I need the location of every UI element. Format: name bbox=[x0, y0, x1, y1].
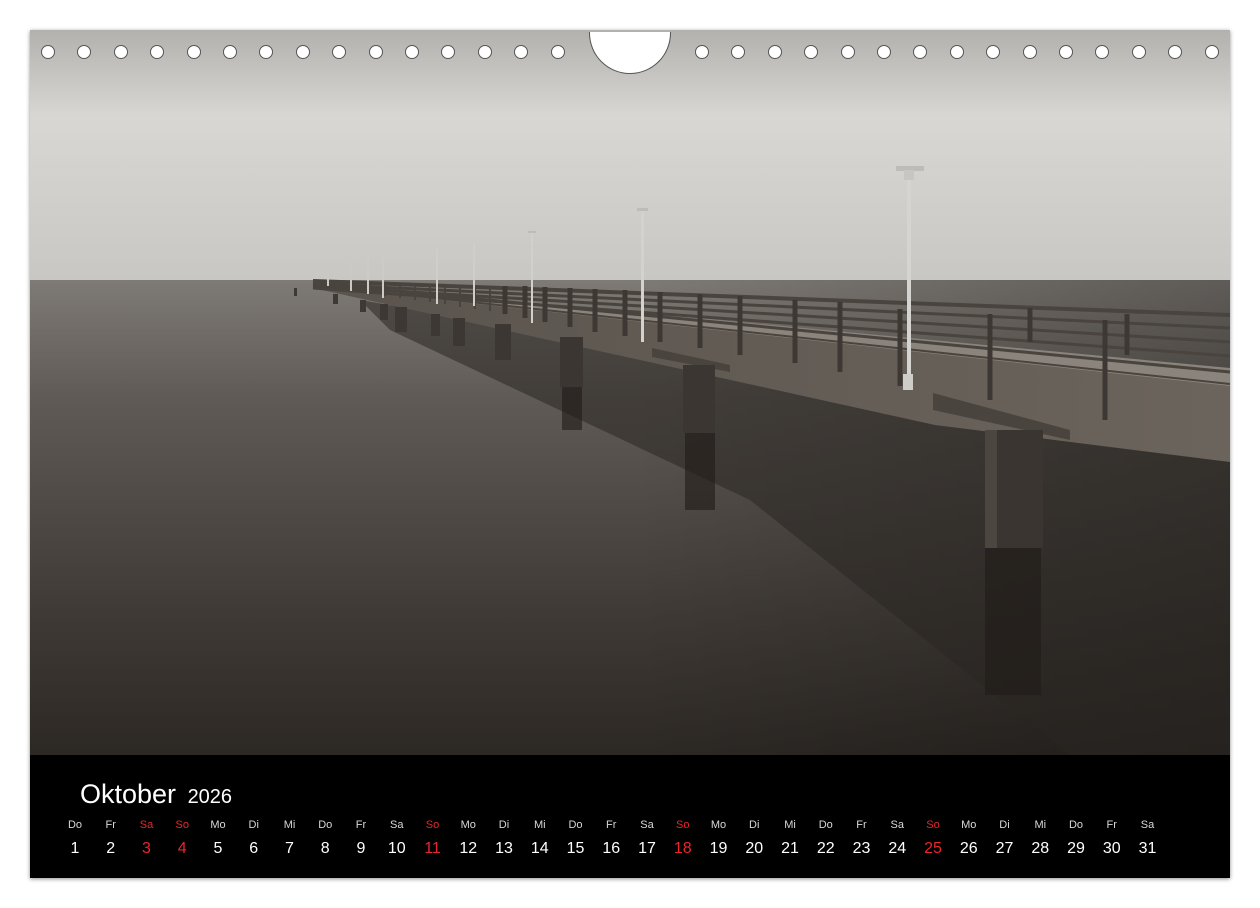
weekday-label: Fr bbox=[606, 819, 617, 831]
day-number: 16 bbox=[602, 840, 621, 857]
day-number: 28 bbox=[1031, 840, 1050, 857]
day-number: 3 bbox=[142, 840, 151, 857]
day-number: 10 bbox=[387, 840, 406, 857]
month-name: Oktober bbox=[80, 779, 177, 809]
weekday-label: So bbox=[676, 819, 690, 831]
weekday-label: Fr bbox=[355, 819, 367, 831]
day-number: 1 bbox=[70, 840, 80, 857]
day-number: 17 bbox=[638, 840, 656, 857]
day-number: 18 bbox=[673, 840, 692, 857]
weekday-label: Do bbox=[818, 819, 833, 831]
day-number: 11 bbox=[424, 840, 441, 857]
weekday-label: Mi bbox=[784, 819, 796, 831]
weekday-label: Sa bbox=[1140, 819, 1155, 831]
weekday-label: Do bbox=[1068, 819, 1084, 831]
pier-photo bbox=[30, 30, 1230, 755]
weekday-label: Sa bbox=[139, 819, 154, 831]
day-number: 29 bbox=[1067, 840, 1085, 857]
day-number: 9 bbox=[356, 840, 366, 857]
weekday-label: Fr bbox=[105, 819, 116, 831]
day-number: 4 bbox=[177, 840, 187, 857]
weekday-label: Mi bbox=[283, 819, 296, 831]
day-number: 21 bbox=[781, 840, 799, 857]
weekday-label: So bbox=[926, 819, 940, 831]
day-number: 13 bbox=[495, 840, 513, 857]
weekday-label: Fr bbox=[1106, 819, 1117, 831]
day-number: 19 bbox=[709, 840, 728, 857]
day-number: 30 bbox=[1102, 840, 1121, 857]
day-number: 5 bbox=[213, 840, 223, 857]
weekday-label: Mi bbox=[1034, 819, 1047, 831]
calendar-page: Oktober 2026 Do 1 Fr 2 Sa 3 So 4 Mo 5 Di 6 Mi 7 Do 8 Fr 9… bbox=[30, 30, 1230, 878]
day-number: 31 bbox=[1138, 840, 1157, 857]
day-number: 2 bbox=[106, 840, 116, 857]
weekday-label: Do bbox=[67, 819, 83, 831]
day-number: 7 bbox=[285, 840, 294, 857]
day-number: 26 bbox=[959, 840, 978, 857]
weekday-label: So bbox=[425, 819, 440, 831]
weekday-label: Mo bbox=[460, 819, 476, 831]
weekday-label: Di bbox=[749, 819, 760, 831]
weekday-label: Mo bbox=[710, 819, 727, 831]
day-number: 20 bbox=[745, 840, 764, 857]
weekday-label: Sa bbox=[640, 819, 654, 831]
day-number: 25 bbox=[924, 840, 942, 857]
year: 2026 bbox=[187, 786, 233, 808]
calendar-band: Oktober 2026 Do 1 Fr 2 Sa 3 So 4 Mo 5 Di 6 Mi 7 Do 8 Fr 9… bbox=[30, 755, 1230, 878]
weekday-label: Do bbox=[318, 819, 333, 831]
weekday-label: Di bbox=[498, 819, 510, 831]
day-number: 6 bbox=[249, 840, 259, 857]
weekday-label: Mo bbox=[210, 819, 226, 831]
day-number: 22 bbox=[816, 840, 835, 857]
weekday-label: Sa bbox=[390, 819, 404, 831]
day-number: 24 bbox=[888, 840, 907, 857]
day-number: 12 bbox=[459, 840, 478, 857]
day-number: 27 bbox=[995, 840, 1014, 857]
weekday-label: Mi bbox=[533, 819, 546, 831]
day-number: 23 bbox=[852, 840, 871, 857]
weekday-label: Di bbox=[248, 819, 259, 831]
day-number: 15 bbox=[566, 840, 585, 857]
weekday-label: Fr bbox=[856, 819, 867, 831]
weekday-label: So bbox=[175, 819, 189, 831]
weekday-label: Di bbox=[999, 819, 1010, 831]
weekday-label: Sa bbox=[890, 819, 904, 831]
day-number: 14 bbox=[530, 840, 549, 857]
day-number: 8 bbox=[320, 840, 330, 857]
weekday-label: Do bbox=[568, 819, 583, 831]
weekday-label: Mo bbox=[961, 819, 977, 831]
month-title: Oktober 2026 bbox=[80, 779, 232, 812]
sky bbox=[30, 30, 1230, 280]
